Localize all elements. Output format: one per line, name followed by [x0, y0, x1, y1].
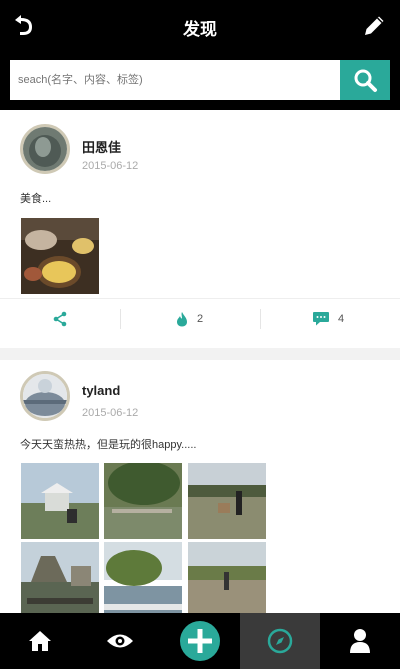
- post-photo[interactable]: [104, 463, 182, 539]
- feed-post[interactable]: 田恩佳 2015-06-12 美食... 2 4: [0, 110, 400, 348]
- author-name[interactable]: 田恩佳: [82, 137, 121, 156]
- post-photo[interactable]: [188, 542, 266, 613]
- comment-button[interactable]: 4: [312, 299, 344, 339]
- post-actions: 2 4: [0, 298, 400, 338]
- post-content: 美食...: [20, 193, 52, 205]
- search-button[interactable]: [340, 60, 390, 100]
- feed-post[interactable]: tyland 2015-06-12 今天天蛮热热，但是玩的很happy.....: [0, 360, 400, 613]
- tab-profile[interactable]: [320, 613, 400, 669]
- comment-icon: [313, 312, 329, 326]
- action-divider: [120, 309, 121, 329]
- like-count: 2: [197, 313, 204, 325]
- share-button[interactable]: [52, 299, 76, 339]
- post-date: 2015-06-12: [82, 160, 139, 172]
- compass-icon: [267, 628, 293, 654]
- tab-discover-feed[interactable]: [80, 613, 160, 669]
- user-icon: [350, 629, 370, 653]
- tab-home[interactable]: [0, 613, 80, 669]
- action-divider: [260, 309, 261, 329]
- page-title: 发现: [183, 20, 217, 39]
- like-icon: [177, 312, 187, 327]
- post-photo[interactable]: [188, 463, 266, 539]
- feed-list[interactable]: 田恩佳 2015-06-12 美食... 2 4 tyland 2015-06-…: [0, 110, 400, 613]
- post-photo[interactable]: [21, 463, 99, 539]
- search-icon: [354, 69, 377, 92]
- search-input[interactable]: [10, 60, 340, 100]
- tab-explore[interactable]: [240, 613, 320, 669]
- post-photo[interactable]: [21, 542, 99, 613]
- avatar[interactable]: [20, 371, 70, 421]
- add-icon: [180, 621, 220, 661]
- like-button[interactable]: 2: [175, 299, 203, 339]
- bottom-tab-bar: [0, 613, 400, 669]
- share-icon: [53, 311, 67, 327]
- tab-add-post[interactable]: [160, 613, 240, 669]
- post-photo[interactable]: [104, 542, 182, 613]
- home-icon: [29, 631, 51, 651]
- search-bar: [0, 52, 400, 110]
- eye-icon: [107, 634, 133, 648]
- post-content: 今天天蛮热热，但是玩的很happy.....: [20, 439, 197, 451]
- pencil-icon[interactable]: [360, 12, 388, 40]
- top-bar: 发现: [0, 0, 400, 52]
- post-photo[interactable]: [21, 218, 99, 294]
- author-name[interactable]: tyland: [82, 383, 120, 398]
- post-date: 2015-06-12: [82, 407, 139, 419]
- comment-count: 4: [338, 313, 345, 325]
- avatar[interactable]: [20, 124, 70, 174]
